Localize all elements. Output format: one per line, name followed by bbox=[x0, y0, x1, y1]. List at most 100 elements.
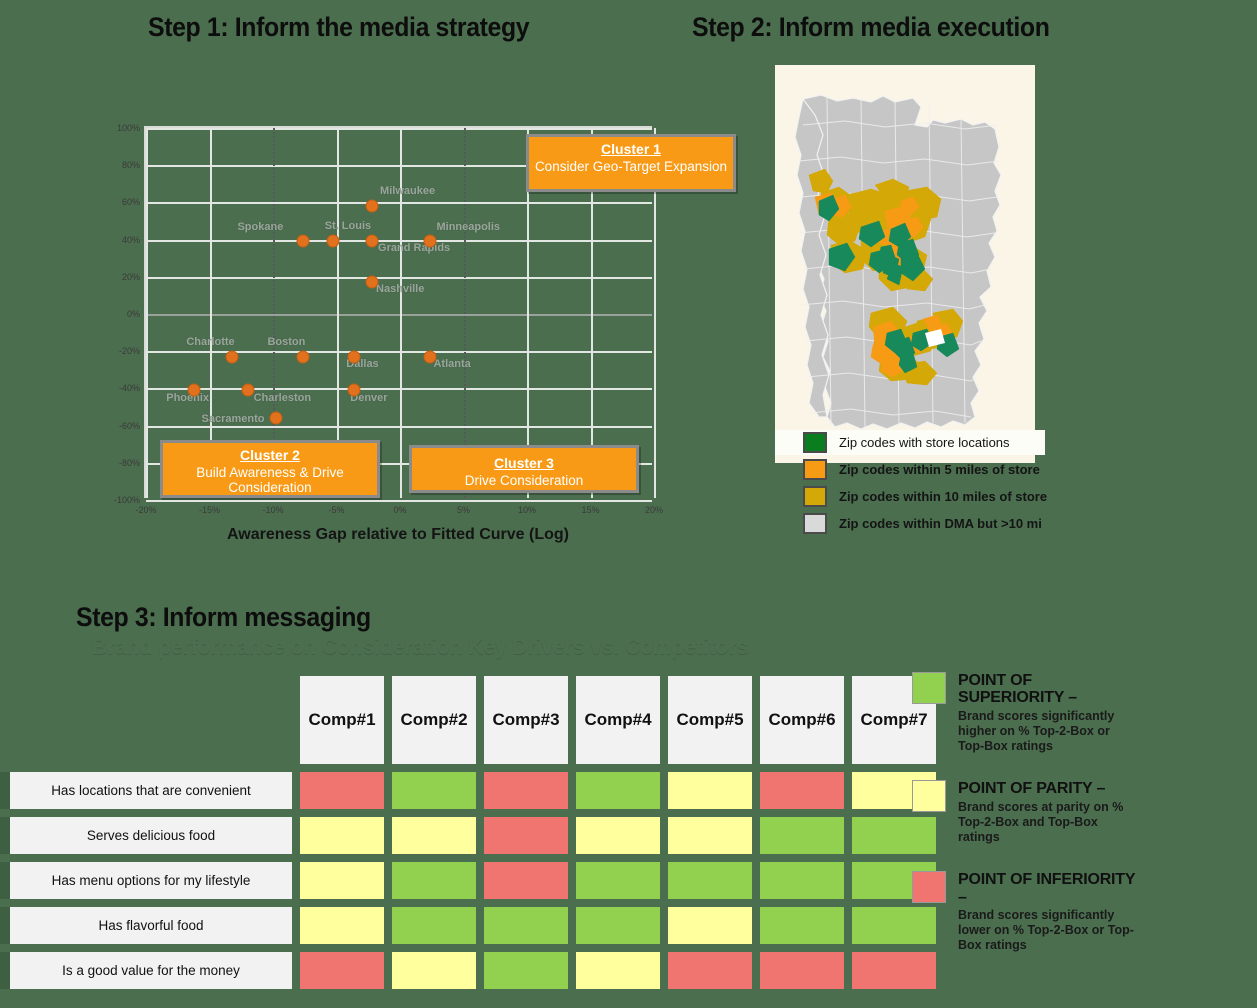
cluster-1-text: Consider Geo-Target Expansion bbox=[534, 158, 728, 174]
matrix-cell-parity[interactable] bbox=[576, 952, 660, 989]
gridline-horizontal bbox=[146, 128, 652, 130]
scatter-point[interactable] bbox=[296, 350, 310, 364]
matrix-cell-superiority[interactable] bbox=[484, 952, 568, 989]
matrix-cell-inferiority[interactable] bbox=[668, 952, 752, 989]
matrix-cell-inferiority[interactable] bbox=[760, 772, 844, 809]
gridline-vertical bbox=[146, 128, 148, 498]
matrix-cell-parity[interactable] bbox=[576, 817, 660, 854]
scatter-point[interactable] bbox=[365, 199, 379, 213]
matrix-cell-superiority[interactable] bbox=[392, 772, 476, 809]
matrix-column-header-4[interactable]: Comp #4 bbox=[576, 676, 660, 764]
legend-swatch-inferiority bbox=[912, 871, 946, 904]
gridline-horizontal bbox=[146, 500, 652, 502]
column-header-line: Comp bbox=[400, 710, 449, 730]
matrix-cell-superiority[interactable] bbox=[668, 862, 752, 899]
row-marker bbox=[0, 676, 10, 764]
matrix-cell-inferiority[interactable] bbox=[760, 952, 844, 989]
x-axis-tick: -5% bbox=[328, 505, 345, 515]
scatter-point[interactable] bbox=[187, 383, 201, 397]
matrix-cell-superiority[interactable] bbox=[576, 862, 660, 899]
matrix-cell-inferiority[interactable] bbox=[300, 772, 384, 809]
cluster-3-text: Drive Consideration bbox=[464, 472, 584, 488]
matrix-cell-parity[interactable] bbox=[392, 952, 476, 989]
scatter-point[interactable] bbox=[347, 383, 361, 397]
matrix-cell-parity[interactable] bbox=[300, 817, 384, 854]
legend-item-inferiority: POINT OF INFERIORITY – Brand scores signi… bbox=[912, 871, 1137, 953]
legend-heading: POINT OF SUPERIORITY – bbox=[958, 672, 1077, 707]
matrix-cell-inferiority[interactable] bbox=[484, 862, 568, 899]
legend-swatch-5-miles bbox=[803, 459, 827, 480]
scatter-point-label: Atlanta bbox=[433, 357, 471, 370]
y-axis-tick: -100% bbox=[113, 495, 140, 505]
matrix-cell-parity[interactable] bbox=[300, 862, 384, 899]
cluster-1-callout[interactable]: Cluster 1 Consider Geo-Target Expansion bbox=[526, 134, 736, 192]
scatter-point[interactable] bbox=[365, 275, 379, 289]
matrix-column-header-3[interactable]: Comp #3 bbox=[484, 676, 568, 764]
matrix-cell-superiority[interactable] bbox=[576, 772, 660, 809]
matrix-cell-parity[interactable] bbox=[668, 772, 752, 809]
matrix-cell-superiority[interactable] bbox=[484, 907, 568, 944]
scatter-point[interactable] bbox=[296, 234, 310, 248]
matrix-column-header-5[interactable]: Comp #5 bbox=[668, 676, 752, 764]
gridline-vertical bbox=[400, 128, 402, 498]
y-axis-tick: -20% bbox=[118, 346, 140, 357]
step-2-title: Step 2: Inform media execution bbox=[692, 12, 1050, 42]
cluster-2-callout[interactable]: Cluster 2 Build Awareness & Drive Consid… bbox=[160, 440, 380, 498]
row-marker bbox=[0, 817, 10, 854]
scatter-point-label: Phoenix bbox=[166, 392, 210, 405]
matrix-row: Serves delicious food bbox=[0, 817, 936, 854]
scatter-point[interactable] bbox=[423, 350, 437, 364]
matrix-row: Has locations that are convenient bbox=[0, 772, 936, 809]
cluster-2-text: Build Awareness & Drive Consideration bbox=[196, 464, 344, 495]
scatter-point[interactable] bbox=[269, 411, 283, 425]
scatter-point-label: St. Louis bbox=[324, 220, 372, 233]
x-axis-tick: -15% bbox=[198, 505, 221, 515]
matrix-column-header-1[interactable]: Comp #1 bbox=[300, 676, 384, 764]
matrix-cell-inferiority[interactable] bbox=[484, 772, 568, 809]
media-strategy-scatter-chart: 100% 80% 60% 40% 20% 0% -20% -40% -60% -80% -100% -… bbox=[112, 118, 736, 550]
column-header-line: Comp bbox=[308, 710, 357, 730]
matrix-cell-superiority[interactable] bbox=[760, 817, 844, 854]
matrix-cell-superiority[interactable] bbox=[760, 862, 844, 899]
map-legend-label-2: Zip codes within 10 miles of store bbox=[839, 489, 1048, 504]
scatter-point[interactable] bbox=[326, 234, 340, 248]
matrix-cell-inferiority[interactable] bbox=[484, 817, 568, 854]
map-legend-item-2: Zip codes within 10 miles of store bbox=[775, 484, 1048, 509]
scatter-point[interactable] bbox=[241, 383, 255, 397]
legend-description: Brand scores significantly higher on % T… bbox=[958, 708, 1115, 754]
column-header-line: #6 bbox=[816, 710, 836, 730]
scatter-point[interactable] bbox=[225, 350, 239, 364]
matrix-cell-superiority[interactable] bbox=[392, 862, 476, 899]
x-axis-tick: 0% bbox=[393, 505, 407, 515]
map-legend: Zip codes with store locations Zip codes… bbox=[775, 430, 1048, 538]
map-legend-label-0: Zip codes with store locations bbox=[839, 435, 1010, 450]
column-header-line: #3 bbox=[540, 710, 560, 730]
scatter-point[interactable] bbox=[365, 234, 379, 248]
performance-legend: POINT OF SUPERIORITY – Brand scores signi… bbox=[912, 672, 1137, 980]
matrix-cell-superiority[interactable] bbox=[576, 907, 660, 944]
x-axis-tick: 5% bbox=[456, 505, 471, 515]
gridline-horizontal bbox=[146, 388, 652, 391]
matrix-cell-parity[interactable] bbox=[392, 817, 476, 854]
gridline-vertical bbox=[463, 128, 466, 498]
column-header-line: #2 bbox=[448, 710, 468, 730]
matrix-cell-superiority[interactable] bbox=[760, 907, 844, 944]
column-header-line: #1 bbox=[356, 710, 376, 730]
legend-description: Brand scores at parity on % Top-2-Box an… bbox=[958, 799, 1124, 845]
map-legend-item-0: Zip codes with store locations bbox=[775, 430, 1045, 455]
cluster-3-callout[interactable]: Cluster 3 Drive Consideration bbox=[409, 445, 639, 493]
matrix-cell-parity[interactable] bbox=[668, 907, 752, 944]
key-driver-matrix: Comp #1 Comp #2 Comp #3 Comp #4 Comp #5 Comp #6 Comp… bbox=[0, 676, 936, 997]
column-header-line: #5 bbox=[724, 710, 744, 730]
matrix-cell-parity[interactable] bbox=[668, 817, 752, 854]
map-legend-label-3: Zip codes within DMA but >10 mi bbox=[839, 516, 1042, 531]
scatter-point[interactable] bbox=[423, 234, 437, 248]
matrix-row: Is a good value for the money bbox=[0, 952, 936, 989]
matrix-cell-parity[interactable] bbox=[300, 907, 384, 944]
matrix-column-header-2[interactable]: Comp #2 bbox=[392, 676, 476, 764]
matrix-cell-inferiority[interactable] bbox=[300, 952, 384, 989]
legend-heading: POINT OF INFERIORITY – bbox=[958, 871, 1136, 906]
matrix-column-header-6[interactable]: Comp #6 bbox=[760, 676, 844, 764]
scatter-point[interactable] bbox=[347, 350, 361, 364]
matrix-cell-superiority[interactable] bbox=[392, 907, 476, 944]
